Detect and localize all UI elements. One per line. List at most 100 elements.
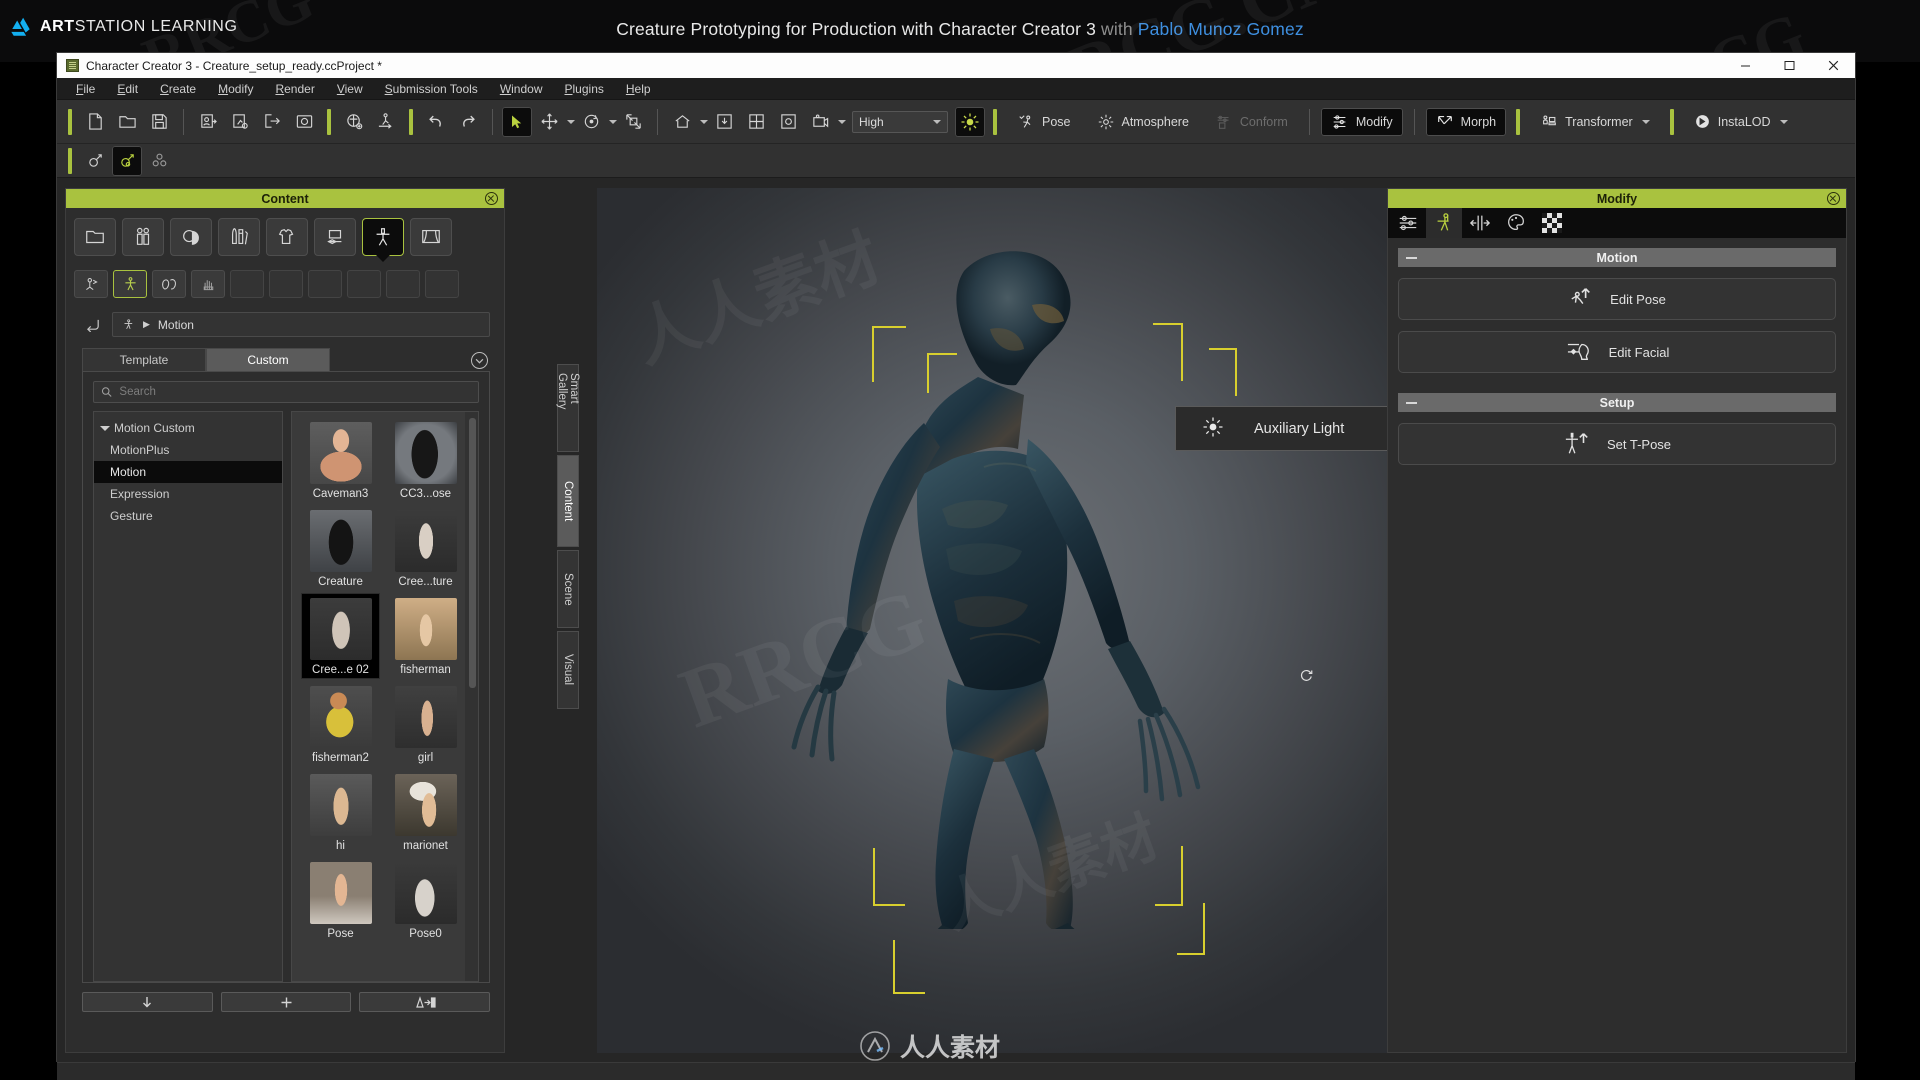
home-view-icon[interactable] — [667, 107, 697, 137]
tab-sliders-icon[interactable] — [1390, 208, 1426, 238]
window-titlebar[interactable]: Character Creator 3 - Creature_setup_rea… — [57, 53, 1855, 78]
list-item[interactable]: Pose — [302, 862, 379, 940]
subcategory-motion[interactable] — [113, 270, 147, 298]
category-character[interactable] — [122, 218, 164, 256]
modify-button[interactable]: Modify — [1320, 107, 1403, 136]
tree-item-expression[interactable]: Expression — [94, 483, 282, 505]
close-icon[interactable] — [1827, 192, 1840, 205]
content-thumbnail-grid[interactable]: Caveman3 CC3...ose Creature Cree...ture … — [291, 411, 479, 982]
menu-render[interactable]: Render — [264, 82, 325, 96]
chevron-down-circle-icon[interactable] — [471, 352, 488, 369]
tab-template[interactable]: Template — [82, 348, 206, 371]
export-image-icon[interactable] — [289, 107, 319, 137]
atmosphere-button[interactable]: Atmosphere — [1087, 108, 1199, 136]
light-toggle-icon[interactable] — [955, 106, 985, 137]
search-box[interactable] — [93, 381, 479, 403]
category-makeup[interactable] — [218, 218, 260, 256]
move-tool-icon[interactable] — [534, 107, 564, 137]
menu-view[interactable]: View — [326, 82, 374, 96]
tree-item-motion[interactable]: Motion — [94, 461, 282, 483]
close-button[interactable] — [1811, 53, 1855, 78]
subcategory-empty[interactable] — [230, 270, 264, 298]
list-item[interactable]: Creature — [302, 510, 379, 588]
undo-icon[interactable] — [421, 107, 451, 137]
tab-custom[interactable]: Custom — [206, 348, 330, 371]
instalod-button[interactable]: InstaLOD — [1684, 108, 1798, 136]
dock-tab-visual[interactable]: Visual — [557, 631, 579, 709]
subcategory-empty[interactable] — [425, 270, 459, 298]
sub-object-icon[interactable] — [144, 146, 174, 176]
category-motion[interactable] — [362, 218, 404, 256]
scale-tool-icon[interactable] — [618, 107, 648, 137]
redo-icon[interactable] — [453, 107, 483, 137]
list-item[interactable]: hi — [302, 774, 379, 852]
category-head[interactable] — [170, 218, 212, 256]
move-tool-caret[interactable] — [567, 119, 575, 124]
menu-help[interactable]: Help — [615, 82, 662, 96]
list-item[interactable]: CC3...ose — [387, 422, 464, 500]
tab-checker-material-icon[interactable] — [1534, 208, 1570, 238]
breadcrumb-field[interactable]: ▶ Motion — [112, 312, 490, 337]
motion-plus-icon[interactable] — [371, 107, 401, 137]
menu-submission-tools[interactable]: Submission Tools — [374, 82, 489, 96]
edit-facial-button[interactable]: Edit Facial — [1398, 331, 1836, 373]
add-button[interactable] — [220, 992, 352, 1012]
list-item[interactable]: fisherman2 — [302, 686, 379, 764]
camera-caret[interactable] — [838, 119, 846, 124]
load-scene-icon[interactable] — [339, 107, 369, 137]
apply-button[interactable] — [359, 992, 491, 1012]
category-accessory[interactable] — [314, 218, 356, 256]
home-view-caret[interactable] — [700, 119, 708, 124]
tab-proportion-icon[interactable] — [1462, 208, 1498, 238]
section-header-motion[interactable]: Motion — [1398, 248, 1836, 267]
grid-scrollbar[interactable] — [469, 418, 476, 688]
menu-edit[interactable]: Edit — [106, 82, 149, 96]
back-arrow-icon[interactable] — [82, 315, 104, 335]
course-author[interactable]: Pablo Munoz Gomez — [1138, 19, 1304, 39]
subcategory-empty[interactable] — [386, 270, 420, 298]
new-project-icon[interactable] — [80, 107, 110, 137]
close-icon[interactable] — [485, 192, 498, 205]
subcategory-empty[interactable] — [308, 270, 342, 298]
edit-pose-button[interactable]: Edit Pose — [1398, 278, 1836, 320]
list-item[interactable]: Caveman3 — [302, 422, 379, 500]
list-item[interactable]: Pose0 — [387, 862, 464, 940]
subcategory-empty[interactable] — [269, 270, 303, 298]
edit-mesh-icon[interactable] — [80, 146, 110, 176]
import-character-icon[interactable] — [193, 107, 223, 137]
load-button[interactable] — [82, 992, 213, 1012]
set-t-pose-button[interactable]: Set T-Pose — [1398, 423, 1836, 465]
frame-icon[interactable] — [773, 107, 803, 137]
dock-tab-smart-gallery[interactable]: Smart Gallery — [556, 364, 580, 452]
subcategory-perform[interactable] — [74, 270, 108, 298]
camera-icon[interactable] — [805, 107, 835, 137]
rotate-tool-icon[interactable] — [576, 107, 606, 137]
export-icon[interactable] — [257, 107, 287, 137]
morph-button[interactable]: Morph — [1425, 107, 1507, 136]
tree-item-motion-custom[interactable]: Motion Custom — [94, 417, 282, 439]
list-item[interactable]: fisherman — [387, 598, 464, 676]
fit-view-icon[interactable] — [709, 107, 739, 137]
menu-create[interactable]: Create — [149, 82, 207, 96]
section-header-setup[interactable]: Setup — [1398, 393, 1836, 412]
menu-file[interactable]: File — [65, 82, 106, 96]
menu-modify[interactable]: Modify — [207, 82, 264, 96]
open-project-icon[interactable] — [112, 107, 142, 137]
grid-icon[interactable] — [741, 107, 771, 137]
list-item[interactable]: Cree...ture — [387, 510, 464, 588]
dock-tab-content[interactable]: Content — [557, 455, 579, 547]
subcategory-empty[interactable] — [347, 270, 381, 298]
rotate-tool-caret[interactable] — [609, 119, 617, 124]
menu-window[interactable]: Window — [489, 82, 554, 96]
minimize-button[interactable] — [1723, 53, 1767, 78]
maximize-button[interactable] — [1767, 53, 1811, 78]
menu-plugins[interactable]: Plugins — [554, 82, 615, 96]
subcategory-gesture[interactable] — [191, 270, 225, 298]
viewport-3d[interactable]: Auxiliary Light 人人素材 RRCG 人人素材 — [597, 188, 1427, 1053]
edit-motion-icon[interactable] — [112, 145, 142, 176]
save-project-icon[interactable] — [144, 107, 174, 137]
search-input[interactable] — [119, 386, 471, 398]
tab-appearance-icon[interactable] — [1498, 208, 1534, 238]
import-motion-icon[interactable] — [225, 107, 255, 137]
category-cloth[interactable] — [266, 218, 308, 256]
